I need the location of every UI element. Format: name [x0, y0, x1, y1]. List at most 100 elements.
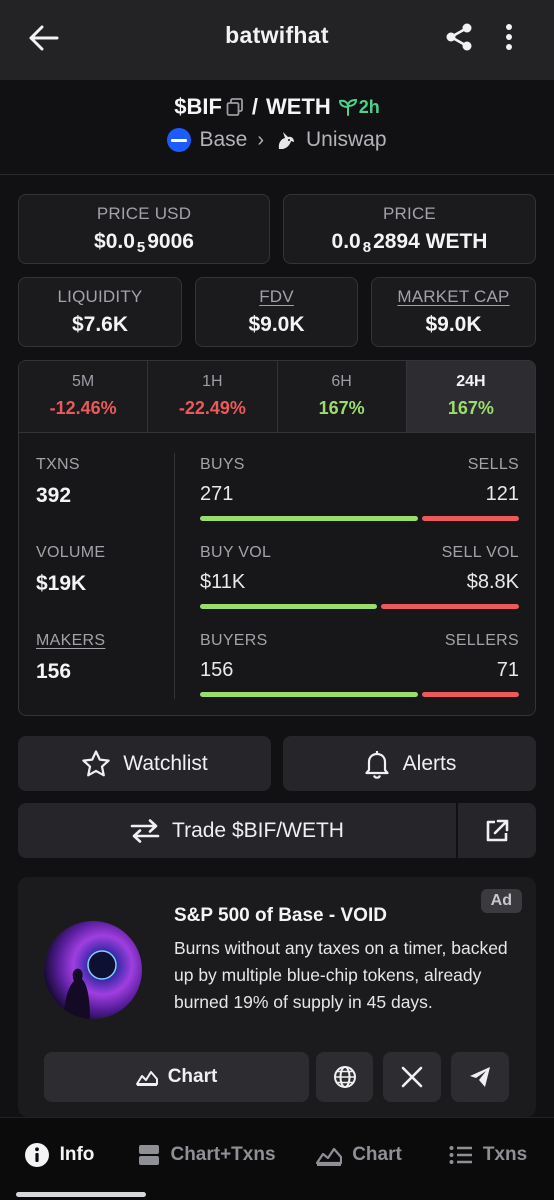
buy-vol-label: BUY VOL — [200, 544, 272, 561]
market-cap-card[interactable]: MARKET CAP $9.0K — [371, 277, 536, 347]
stats-panel: 5M -12.46% 1H -22.49% 6H 167% 24H 167% T… — [18, 360, 536, 716]
ad-website-button[interactable] — [316, 1052, 373, 1102]
change-6h: 167% — [318, 398, 365, 418]
ad-title: S&P 500 of Base - VOID — [174, 905, 387, 926]
liquidity-card: LIQUIDITY $7.6K — [18, 277, 182, 347]
sells-label: SELLS — [467, 456, 519, 473]
trade-label: Trade $BIF/WETH — [172, 818, 344, 842]
price-usd-card: PRICE USD $0.0 59006 — [18, 194, 270, 264]
tab-5m[interactable]: 5M -12.46% — [19, 361, 149, 432]
sell-vol-value: $8.8K — [466, 571, 519, 593]
sell-vol-bar — [380, 604, 519, 609]
buys-sells-bar — [200, 516, 519, 521]
telegram-icon — [470, 1067, 490, 1087]
price-usd-label: PRICE USD — [96, 204, 192, 223]
chain-dex-line: Base › Uniswap — [0, 128, 554, 152]
more-vertical-icon — [506, 24, 512, 50]
chain-name[interactable]: Base — [199, 128, 247, 152]
market-cap-label[interactable]: MARKET CAP — [372, 287, 535, 307]
change-5m: -12.46% — [49, 398, 117, 418]
trade-button[interactable]: Trade $BIF/WETH — [18, 803, 456, 858]
area-chart-icon — [135, 1071, 158, 1086]
tab-1h[interactable]: 1H -22.49% — [148, 361, 278, 432]
nav-txns-label: Txns — [482, 1144, 528, 1165]
pair-age: 2h — [338, 96, 380, 118]
price-native-value: 0.0 82894 WETH — [331, 230, 488, 256]
volume-value: $19K — [36, 572, 87, 595]
nav-chart-label: Chart — [352, 1144, 402, 1165]
more-options-button[interactable] — [494, 18, 524, 56]
alerts-label: Alerts — [402, 751, 457, 775]
fdv-label[interactable]: FDV — [196, 287, 357, 307]
ad-x-button[interactable] — [383, 1052, 441, 1102]
volume-row: VOLUME $19K BUY VOL SELL VOL $11K $8.8K — [19, 544, 535, 632]
quote-symbol: WETH — [266, 94, 331, 119]
change-24h: 167% — [447, 398, 494, 418]
list-icon — [449, 1146, 472, 1164]
star-icon — [82, 749, 110, 776]
alerts-button[interactable]: Alerts — [283, 736, 536, 791]
chart-txns-icon — [139, 1145, 160, 1165]
share-icon — [446, 23, 472, 51]
pair-age-text: 2h — [358, 96, 380, 117]
sellers-value: 71 — [496, 659, 519, 681]
pair-title: $BIF / WETH 2h — [0, 94, 554, 120]
trade-external-button[interactable] — [458, 803, 536, 858]
tab-6h[interactable]: 6H 167% — [277, 361, 407, 432]
base-symbol: $BIF — [174, 94, 222, 119]
nav-chart[interactable]: Chart — [296, 1118, 422, 1192]
ad-card[interactable]: Ad S&P 500 of Base - VOID Burns without … — [18, 877, 536, 1117]
liquidity-value: $7.6K — [71, 313, 129, 336]
fdv-value: $9.0K — [248, 313, 305, 336]
buy-vol-value: $11K — [200, 571, 246, 593]
nav-chart-txns[interactable]: Chart+Txns — [118, 1118, 296, 1192]
x-logo-icon — [401, 1066, 423, 1088]
tab-24h[interactable]: 24H 167% — [406, 361, 535, 432]
ad-description: Burns without any taxes on a timer, back… — [174, 938, 508, 1012]
ad-telegram-button[interactable] — [451, 1052, 509, 1102]
change-1h: -22.49% — [178, 398, 246, 418]
buyers-label: BUYERS — [200, 632, 268, 649]
external-link-icon — [486, 819, 509, 841]
sellers-bar — [422, 692, 519, 697]
txns-row: TXNS 392 BUYS SELLS 271 121 — [19, 456, 535, 544]
price-usd-value: $0.0 59006 — [94, 230, 194, 256]
makers-label[interactable]: MAKERS — [36, 632, 105, 650]
makers-row: MAKERS 156 BUYERS SELLERS 156 71 — [19, 632, 535, 715]
pair-header: $BIF / WETH 2h Base › Uniswap — [0, 80, 554, 175]
watchlist-button[interactable]: Watchlist — [18, 736, 271, 791]
nav-chart-txns-label: Chart+Txns — [170, 1144, 276, 1165]
liquidity-label: LIQUIDITY — [57, 287, 143, 306]
sell-vol-label: SELL VOL — [441, 544, 519, 561]
price-native-card: PRICE 0.0 82894 WETH — [283, 194, 536, 264]
makers-value: 156 — [36, 660, 72, 683]
globe-icon — [333, 1066, 356, 1088]
top-bar: batwifhat — [0, 0, 554, 80]
timeframe-tabs: 5M -12.46% 1H -22.49% 6H 167% 24H 167% — [19, 361, 535, 433]
nav-info[interactable]: Info — [0, 1118, 118, 1192]
ad-chart-label: Chart — [167, 1066, 218, 1087]
nav-info-label: Info — [59, 1144, 95, 1165]
pair-separator: / — [251, 94, 259, 119]
copy-icon[interactable] — [226, 98, 244, 116]
buy-vol-bar — [200, 604, 377, 609]
home-indicator — [16, 1192, 146, 1197]
buys-value: 271 — [200, 483, 234, 505]
ad-chart-button[interactable]: Chart — [44, 1052, 309, 1102]
chevron-right-icon: › — [257, 128, 264, 151]
price-native-label: PRICE — [383, 204, 436, 223]
buyers-value: 156 — [200, 659, 234, 681]
buy-sell-vol-bar — [200, 604, 519, 609]
share-button[interactable] — [440, 18, 478, 56]
swap-arrows-icon — [130, 818, 160, 843]
txns-label: TXNS — [36, 456, 80, 473]
vortex-avatar-icon — [44, 921, 142, 1019]
buys-label: BUYS — [200, 456, 245, 473]
nav-txns[interactable]: Txns — [422, 1118, 554, 1192]
sprout-icon — [338, 98, 357, 116]
fdv-card[interactable]: FDV $9.0K — [195, 277, 358, 347]
bell-icon — [365, 750, 389, 779]
ad-avatar — [44, 921, 142, 1019]
dex-name[interactable]: Uniswap — [306, 128, 387, 152]
chart-icon — [316, 1147, 343, 1166]
